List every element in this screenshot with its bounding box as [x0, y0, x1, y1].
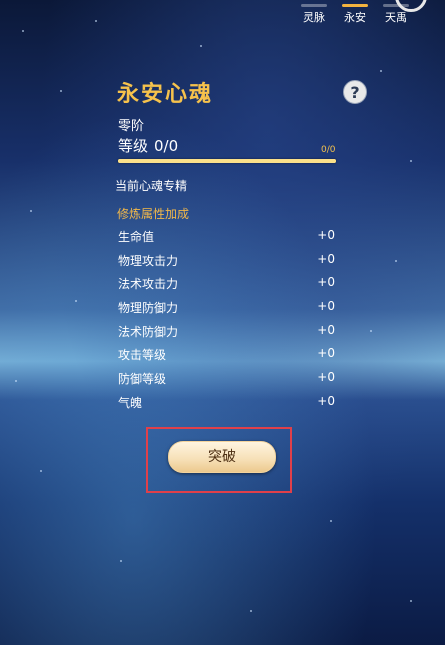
attribute-name: 法术防御力: [118, 324, 179, 339]
tab-lingmai[interactable]: 灵脉: [296, 4, 332, 25]
level-label: 等级: [118, 137, 149, 155]
attribute-row: 攻击等级 +0: [118, 344, 335, 368]
level-value: 0/0: [154, 137, 179, 155]
tab-label: 永安: [344, 11, 366, 24]
attribute-row: 物理攻击力 +0: [118, 250, 335, 274]
attribute-value: +0: [317, 251, 335, 266]
attribute-value: +0: [317, 393, 335, 408]
attribute-name: 物理攻击力: [118, 253, 179, 268]
attribute-list: 生命值 +0 物理攻击力 +0 法术攻击力 +0 物理防御力 +0 法术防御力 …: [118, 226, 335, 416]
soul-title: 永安心魂: [117, 82, 214, 107]
attribute-row: 防御等级 +0: [118, 368, 335, 392]
attribute-name: 生命值: [118, 230, 155, 244]
exp-text: 0/0: [321, 145, 336, 155]
attribute-value: +0: [317, 322, 335, 337]
attribute-value: +0: [317, 370, 335, 385]
attribute-row: 法术攻击力 +0: [118, 273, 335, 297]
attribute-row: 物理防御力 +0: [118, 297, 335, 321]
level-row: 等级 0/0: [118, 135, 178, 156]
attribute-name: 攻击等级: [118, 348, 167, 363]
soul-essence-label: 当前心魂专精: [115, 179, 188, 193]
attribute-name: 防御等级: [118, 372, 167, 387]
stage-label: 零阶: [118, 119, 145, 134]
tab-label: 天禹: [385, 11, 407, 24]
attribute-name: 气魄: [118, 395, 143, 410]
attribute-row: 生命值 +0: [118, 226, 335, 250]
attribute-value: +0: [317, 346, 335, 361]
attribute-value: +0: [317, 299, 335, 314]
exp-progress-fill: [118, 159, 336, 163]
attribute-value: +0: [317, 275, 335, 290]
attribute-name: 物理防御力: [118, 301, 179, 316]
tab-indicator: [301, 4, 327, 7]
tab-yongan[interactable]: 永安: [337, 4, 373, 25]
attribute-row: 法术防御力 +0: [118, 321, 335, 345]
top-tab-bar: 灵脉 永安 天禹: [245, 0, 445, 24]
section-title: 修炼属性加成: [117, 207, 190, 221]
attribute-value: +0: [317, 228, 335, 242]
exp-progress-bar: [118, 159, 336, 163]
tab-indicator: [342, 4, 368, 7]
help-icon[interactable]: ?: [343, 80, 367, 104]
attribute-name: 法术攻击力: [118, 277, 179, 292]
attribute-row: 气魄 +0: [118, 392, 335, 416]
tab-label: 灵脉: [303, 11, 325, 24]
breakthrough-button[interactable]: 突破: [168, 441, 276, 473]
